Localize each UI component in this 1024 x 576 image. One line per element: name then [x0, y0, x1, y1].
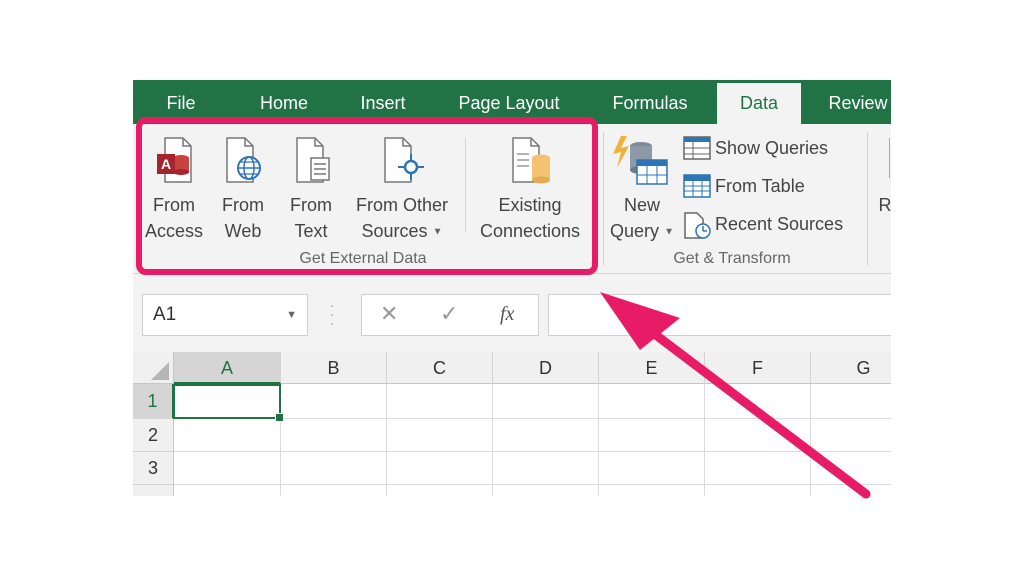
fill-handle[interactable] [275, 413, 284, 422]
name-box[interactable]: A1 ▼ [142, 294, 308, 336]
group-separator [603, 132, 604, 266]
row-header-2[interactable]: 2 [133, 419, 174, 452]
next-group-button-fragment[interactable]: R [875, 192, 892, 222]
new-query-text: Query [610, 221, 660, 241]
tab-formulas[interactable]: Formulas [603, 80, 697, 124]
excel-window: File Home Insert Page Layout Formulas Da… [133, 80, 891, 496]
new-query-button[interactable]: New Query ▼ [607, 130, 677, 250]
tab-data[interactable]: Data [717, 83, 801, 124]
formula-bar: A1 ▼ · · · ✕ ✓ fx [133, 285, 891, 345]
new-query-label-2: Query ▼ [607, 218, 677, 245]
formula-input[interactable] [548, 294, 891, 336]
show-queries-icon [683, 136, 711, 160]
column-header-c[interactable]: C [387, 352, 493, 384]
column-gridline [386, 384, 387, 496]
new-query-label-1: New [623, 195, 660, 215]
column-header-b[interactable]: B [281, 352, 387, 384]
row-gridline [174, 451, 891, 452]
select-all-corner[interactable] [133, 352, 174, 384]
column-gridline [810, 384, 811, 496]
formula-buttons: ✕ ✓ fx [361, 294, 539, 336]
new-query-icon [613, 136, 668, 185]
column-header-d[interactable]: D [493, 352, 599, 384]
column-gridline [492, 384, 493, 496]
row-header-3[interactable]: 3 [133, 452, 174, 485]
highlight-box [136, 117, 598, 275]
next-group-icon-fragment [889, 138, 890, 178]
tab-review[interactable]: Review [821, 80, 891, 124]
column-header-e[interactable]: E [599, 352, 705, 384]
worksheet-grid: A B C D E F G 1 2 3 [133, 352, 891, 496]
group-separator [867, 132, 868, 266]
group-label-get-transform: Get & Transform [673, 250, 791, 267]
row-header-4[interactable] [133, 485, 174, 496]
chevron-down-icon: ▼ [664, 226, 674, 238]
resize-handle-icon[interactable]: · · · [329, 298, 335, 330]
column-gridline [704, 384, 705, 496]
select-all-triangle-icon [151, 362, 169, 380]
cancel-icon[interactable]: ✕ [380, 301, 398, 327]
recent-sources-icon [684, 212, 711, 239]
column-header-g[interactable]: G [811, 352, 891, 384]
enter-icon[interactable]: ✓ [440, 301, 458, 327]
chevron-down-icon[interactable]: ▼ [286, 295, 297, 335]
insert-function-icon[interactable]: fx [500, 303, 514, 326]
selected-cell-a1[interactable] [173, 384, 284, 422]
column-gridline [598, 384, 599, 496]
column-header-f[interactable]: F [705, 352, 811, 384]
recent-sources-label: Recent Sources [715, 214, 844, 234]
from-table-label: From Table [715, 176, 805, 196]
column-header-a[interactable]: A [174, 352, 281, 384]
row-gridline [174, 484, 891, 485]
show-queries-label: Show Queries [715, 138, 829, 158]
name-box-value: A1 [153, 304, 177, 325]
from-table-icon [683, 174, 711, 198]
row-header-1[interactable]: 1 [133, 384, 174, 419]
